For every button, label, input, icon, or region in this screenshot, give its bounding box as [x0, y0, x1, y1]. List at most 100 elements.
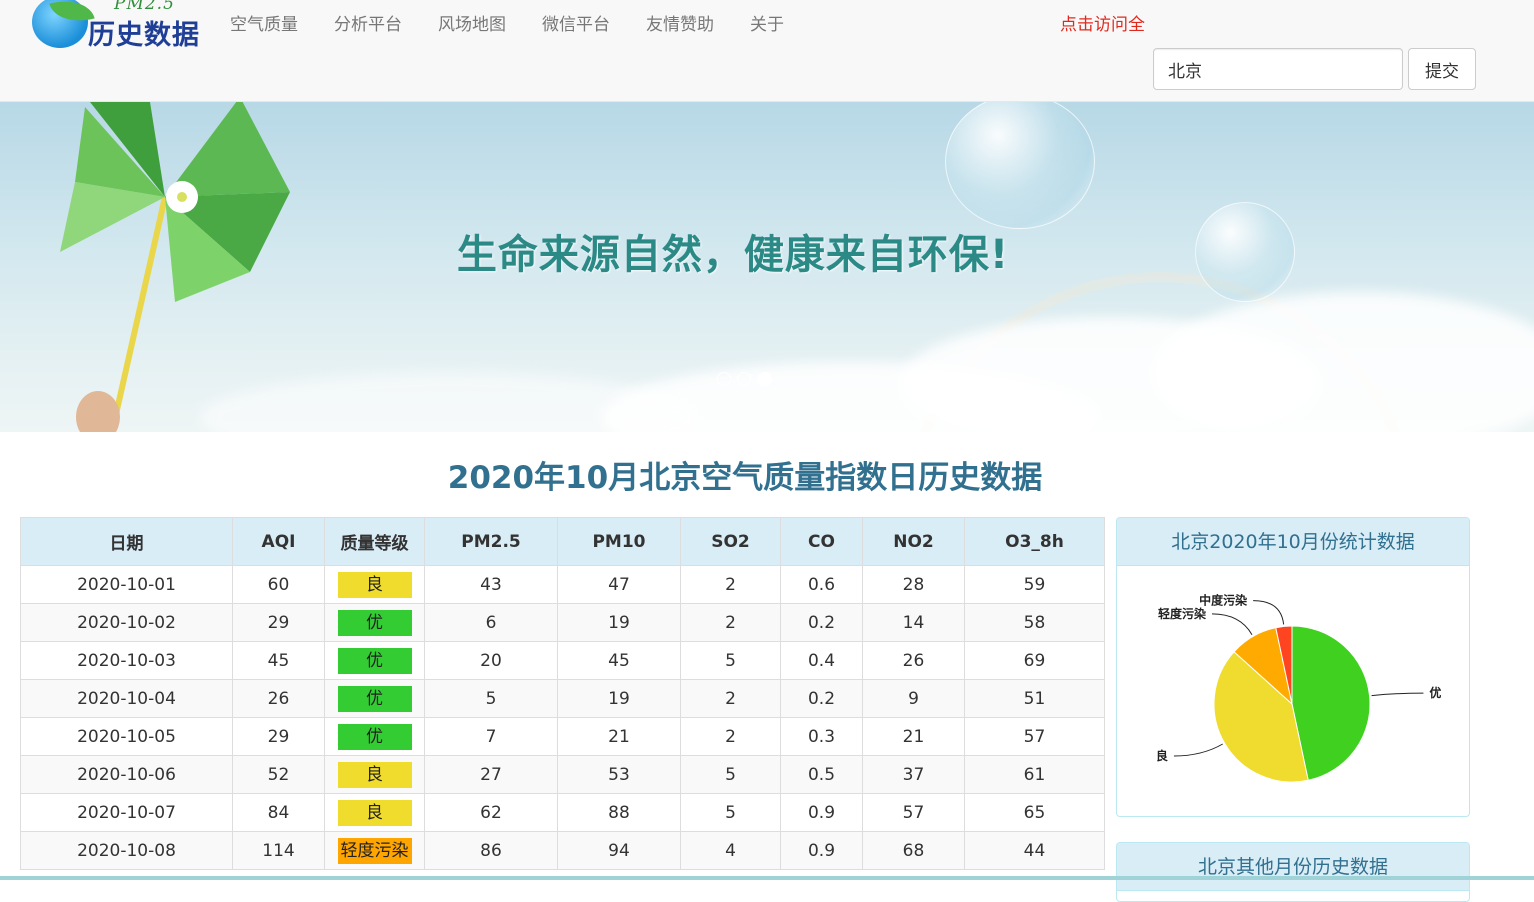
nav-item-analysis[interactable]: 分析平台	[316, 0, 420, 50]
col-header-level: 质量等级	[324, 517, 425, 566]
carousel-dot-active[interactable]	[757, 372, 772, 387]
stats-panel: 北京2020年10月份统计数据 优良 轻度污染 中度污染	[1116, 517, 1470, 817]
pie-label-line	[1211, 613, 1253, 635]
quality-level-badge: 轻度污染	[337, 837, 412, 864]
page-title: 2020年10月北京空气质量指数日历史数据	[447, 460, 1043, 496]
cell-co: 0.4	[780, 641, 863, 680]
cell-aqi: 26	[232, 679, 325, 718]
cell-so2: 5	[680, 755, 781, 794]
nav-item-sponsor[interactable]: 友情赞助	[628, 0, 732, 50]
col-header-co: CO	[780, 517, 863, 566]
logo-pm-text: PM2.5	[114, 0, 175, 14]
other-months-title[interactable]: 北京其他月份历史数据	[1117, 843, 1469, 891]
quality-level-badge: 良	[337, 761, 412, 788]
nav-item-wechat[interactable]: 微信平台	[524, 0, 628, 50]
quality-pie-chart: 优良 轻度污染中度污染	[1156, 593, 1441, 783]
cell-so2: 2	[680, 679, 781, 718]
bubble-decoration	[945, 102, 1095, 229]
pie-label-line	[1173, 743, 1223, 757]
col-header-aqi: AQI	[232, 517, 325, 566]
cell-pm10: 21	[557, 717, 681, 756]
table-row: 2020-10-04 26 优 5 19 2 0.2 9 51	[20, 679, 1105, 718]
cell-level: 优	[324, 603, 425, 642]
table-row: 2020-10-03 45 优 20 45 5 0.4 26 69	[20, 641, 1105, 680]
col-header-date: 日期	[20, 517, 233, 566]
hero-carousel[interactable]: 生命来源自然，健康来自环保!	[0, 102, 1534, 432]
city-search-input[interactable]	[1153, 48, 1403, 90]
logo-title: 历史数据	[88, 20, 200, 51]
cell-no2: 9	[862, 679, 965, 718]
main-nav: 空气质量 分析平台 风场地图 微信平台 友情赞助 关于	[212, 0, 802, 50]
cell-no2: 68	[862, 831, 965, 870]
col-header-pm25: PM2.5	[424, 517, 558, 566]
table-header-row: 日期 AQI 质量等级 PM2.5 PM10 SO2 CO NO2 O3_8h	[20, 517, 1105, 566]
cell-no2: 14	[862, 603, 965, 642]
pie-slice-label: 良	[1156, 748, 1168, 763]
pie-label-line	[1253, 600, 1285, 625]
table-row: 2020-10-05 29 优 7 21 2 0.3 21 57	[20, 717, 1105, 756]
cell-date: 2020-10-06	[20, 755, 233, 794]
cell-so2: 2	[680, 603, 781, 642]
cell-level: 优	[324, 641, 425, 680]
quality-level-badge: 优	[337, 723, 412, 750]
cell-co: 0.3	[780, 717, 863, 756]
pie-slice-label: 中度污染	[1199, 593, 1248, 608]
cell-so2: 2	[680, 565, 781, 604]
nav-item-about[interactable]: 关于	[732, 0, 802, 50]
cell-co: 0.5	[780, 755, 863, 794]
carousel-dot[interactable]	[717, 372, 731, 386]
cell-aqi: 114	[232, 831, 325, 870]
stats-panel-title: 北京2020年10月份统计数据	[1117, 518, 1469, 566]
col-header-o3: O3_8h	[964, 517, 1105, 566]
other-months-panel: 北京其他月份历史数据	[1116, 842, 1470, 902]
cell-date: 2020-10-01	[20, 565, 233, 604]
cell-so2: 4	[680, 831, 781, 870]
table-row: 2020-10-01 60 良 43 47 2 0.6 28 59	[20, 565, 1105, 604]
cell-pm25: 6	[424, 603, 558, 642]
cell-no2: 37	[862, 755, 965, 794]
nav-item-air-quality[interactable]: 空气质量	[212, 0, 316, 50]
cell-no2: 57	[862, 793, 965, 832]
pie-label-line	[1371, 692, 1424, 697]
cell-o3: 44	[964, 831, 1105, 870]
cell-pm10: 19	[557, 679, 681, 718]
col-header-so2: SO2	[680, 517, 781, 566]
cell-co: 0.6	[780, 565, 863, 604]
carousel-dot[interactable]	[737, 372, 751, 386]
table-row: 2020-10-02 29 优 6 19 2 0.2 14 58	[20, 603, 1105, 642]
quality-level-badge: 良	[337, 571, 412, 598]
cell-pm10: 94	[557, 831, 681, 870]
cell-o3: 69	[964, 641, 1105, 680]
cell-no2: 28	[862, 565, 965, 604]
col-header-pm10: PM10	[557, 517, 681, 566]
page-bottom-edge	[0, 876, 1534, 880]
cell-pm25: 43	[424, 565, 558, 604]
cell-aqi: 29	[232, 603, 325, 642]
nav-item-wind-map[interactable]: 风场地图	[420, 0, 524, 50]
cell-o3: 59	[964, 565, 1105, 604]
cell-pm25: 20	[424, 641, 558, 680]
site-logo[interactable]: PM2.5 历史数据	[30, 0, 205, 56]
table-row: 2020-10-06 52 良 27 53 5 0.5 37 61	[20, 755, 1105, 794]
cell-date: 2020-10-07	[20, 793, 233, 832]
cell-date: 2020-10-03	[20, 641, 233, 680]
cell-co: 0.2	[780, 679, 863, 718]
table-row: 2020-10-08 114 轻度污染 86 94 4 0.9 68 44	[20, 831, 1105, 870]
table-row: 2020-10-07 84 良 62 88 5 0.9 57 65	[20, 793, 1105, 832]
history-table-container: 日期 AQI 质量等级 PM2.5 PM10 SO2 CO NO2 O3_8h …	[20, 517, 1105, 870]
cell-pm10: 45	[557, 641, 681, 680]
cell-aqi: 29	[232, 717, 325, 756]
cell-aqi: 45	[232, 641, 325, 680]
cell-aqi: 52	[232, 755, 325, 794]
cell-pm25: 27	[424, 755, 558, 794]
visit-all-link[interactable]: 点击访问全	[1060, 0, 1145, 50]
submit-button[interactable]: 提交	[1408, 48, 1476, 90]
cell-pm10: 19	[557, 603, 681, 642]
quality-level-badge: 良	[337, 799, 412, 826]
cell-level: 优	[324, 717, 425, 756]
history-table: 日期 AQI 质量等级 PM2.5 PM10 SO2 CO NO2 O3_8h …	[20, 517, 1105, 870]
cell-pm25: 62	[424, 793, 558, 832]
cell-date: 2020-10-08	[20, 831, 233, 870]
cell-pm25: 7	[424, 717, 558, 756]
carousel-indicators	[717, 372, 772, 387]
